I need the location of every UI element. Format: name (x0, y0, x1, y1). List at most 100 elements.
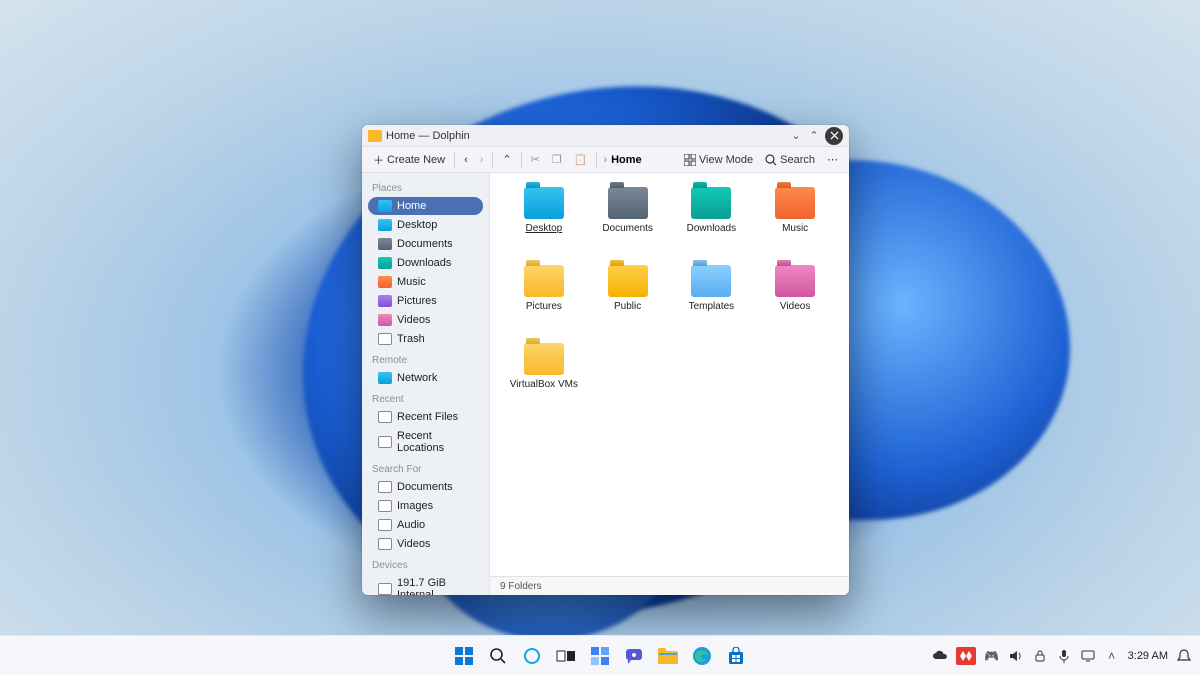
sidebar-heading: Remote (362, 349, 489, 368)
folder-icon (378, 200, 392, 212)
volume-icon[interactable] (1008, 648, 1024, 664)
system-tray: 🎮 ˄ 3:29 AM (932, 647, 1192, 665)
anydesk-tray-icon[interactable] (956, 647, 976, 665)
sidebar-item-label: Documents (397, 238, 453, 250)
explorer-button[interactable] (654, 642, 682, 670)
folder-virtualbox-vms[interactable]: VirtualBox VMs (502, 343, 586, 415)
chat-button[interactable] (620, 642, 648, 670)
dolphin-window: Home — Dolphin ⌄ ⌃ ＋ Create New ‹ › ⌃ ✂ … (362, 125, 849, 595)
paste-button[interactable]: 📋 (569, 151, 593, 168)
folder-grid: DesktopDocumentsDownloadsMusic Pictures Pu… (490, 173, 849, 576)
folder-videos[interactable]: Videos (753, 265, 837, 337)
forward-button[interactable]: › (475, 152, 489, 168)
folder-documents[interactable]: Documents (586, 187, 670, 259)
sidebar-item-images[interactable]: Images (368, 497, 483, 515)
toolbar: ＋ Create New ‹ › ⌃ ✂ ❐ 📋 › Home View Mod… (362, 147, 849, 173)
separator (492, 152, 493, 168)
folder-label: Pictures (526, 301, 562, 312)
folder-icon (378, 276, 392, 288)
store-button[interactable] (722, 642, 750, 670)
folder-icon (775, 265, 815, 297)
folder-icon (524, 265, 564, 297)
folder-public[interactable]: Public (586, 265, 670, 337)
maximize-button[interactable]: ⌃ (805, 127, 823, 145)
folder-label: VirtualBox VMs (510, 379, 578, 390)
window-title: Home — Dolphin (386, 130, 787, 142)
titlebar[interactable]: Home — Dolphin ⌄ ⌃ (362, 125, 849, 147)
folder-icon (378, 583, 392, 595)
sidebar-item-label: Network (397, 372, 437, 384)
sidebar-item-documents[interactable]: Documents (368, 235, 483, 253)
sidebar-item-label: Videos (397, 538, 430, 550)
display-icon[interactable] (1080, 648, 1096, 664)
folder-music[interactable]: Music (753, 187, 837, 259)
sidebar-item-trash[interactable]: Trash (368, 330, 483, 348)
menu-button[interactable]: ⋯ (822, 151, 843, 168)
sidebar-item-label: Desktop (397, 219, 437, 231)
sidebar-item-pictures[interactable]: Pictures (368, 292, 483, 310)
taskview-button[interactable] (552, 642, 580, 670)
folder-downloads[interactable]: Downloads (670, 187, 754, 259)
taskbar-center (450, 642, 750, 670)
sidebar-heading: Recent (362, 388, 489, 407)
close-button[interactable] (825, 127, 843, 145)
sidebar-item-label: Documents (397, 481, 453, 493)
sidebar-heading: Devices (362, 554, 489, 573)
folder-label: Templates (689, 301, 735, 312)
sidebar-item-videos[interactable]: Videos (368, 535, 483, 553)
sidebar-item-documents[interactable]: Documents (368, 478, 483, 496)
sidebar-item-videos[interactable]: Videos (368, 311, 483, 329)
sidebar: PlacesHomeDesktopDocumentsDownloadsMusic… (362, 173, 490, 595)
sidebar-item-home[interactable]: Home (368, 197, 483, 215)
copy-button[interactable]: ❐ (547, 151, 567, 168)
sidebar-item-label: Downloads (397, 257, 451, 269)
sidebar-item-network[interactable]: Network (368, 369, 483, 387)
paste-icon: 📋 (574, 153, 588, 166)
sidebar-item-downloads[interactable]: Downloads (368, 254, 483, 272)
grid-icon (684, 154, 696, 166)
folder-templates[interactable]: Templates (670, 265, 754, 337)
statusbar: 9 Folders (490, 576, 849, 595)
taskbar-search-button[interactable] (484, 642, 512, 670)
separator (596, 152, 597, 168)
sidebar-item-191-7-gib-internal-[interactable]: 191.7 GiB Internal … (368, 574, 483, 595)
breadcrumb[interactable]: Home (611, 154, 642, 166)
view-mode-button[interactable]: View Mode (679, 152, 758, 168)
cortana-button[interactable] (518, 642, 546, 670)
chevron-up-icon[interactable]: ˄ (1104, 648, 1120, 664)
up-button[interactable]: ⌃ (497, 151, 516, 168)
cut-button[interactable]: ✂ (526, 151, 545, 168)
folder-pictures[interactable]: Pictures (502, 265, 586, 337)
folder-icon (378, 519, 392, 531)
create-new-button[interactable]: ＋ Create New (368, 150, 450, 170)
lock-icon[interactable] (1032, 648, 1048, 664)
minimize-button[interactable]: ⌄ (787, 127, 805, 145)
gamepad-icon[interactable]: 🎮 (984, 648, 1000, 664)
notifications-icon[interactable] (1176, 648, 1192, 664)
widgets-button[interactable] (586, 642, 614, 670)
folder-icon (378, 333, 392, 345)
folder-icon (608, 265, 648, 297)
folder-icon (378, 411, 392, 423)
edge-button[interactable] (688, 642, 716, 670)
cloud-icon[interactable] (932, 648, 948, 664)
taskbar-clock[interactable]: 3:29 AM (1128, 650, 1168, 662)
taskbar: 🎮 ˄ 3:29 AM (0, 635, 1200, 675)
sidebar-item-recent-locations[interactable]: Recent Locations (368, 427, 483, 457)
sidebar-item-audio[interactable]: Audio (368, 516, 483, 534)
folder-desktop[interactable]: Desktop (502, 187, 586, 259)
sidebar-item-recent-files[interactable]: Recent Files (368, 408, 483, 426)
search-button[interactable]: Search (760, 152, 820, 168)
folder-icon (378, 257, 392, 269)
status-text: 9 Folders (500, 581, 542, 592)
more-icon: ⋯ (827, 153, 838, 166)
sidebar-item-desktop[interactable]: Desktop (368, 216, 483, 234)
folder-icon (378, 314, 392, 326)
sidebar-item-music[interactable]: Music (368, 273, 483, 291)
separator (454, 152, 455, 168)
start-button[interactable] (450, 642, 478, 670)
back-button[interactable]: ‹ (459, 152, 473, 168)
mic-icon[interactable] (1056, 648, 1072, 664)
folder-icon (691, 265, 731, 297)
sidebar-item-label: Home (397, 200, 426, 212)
